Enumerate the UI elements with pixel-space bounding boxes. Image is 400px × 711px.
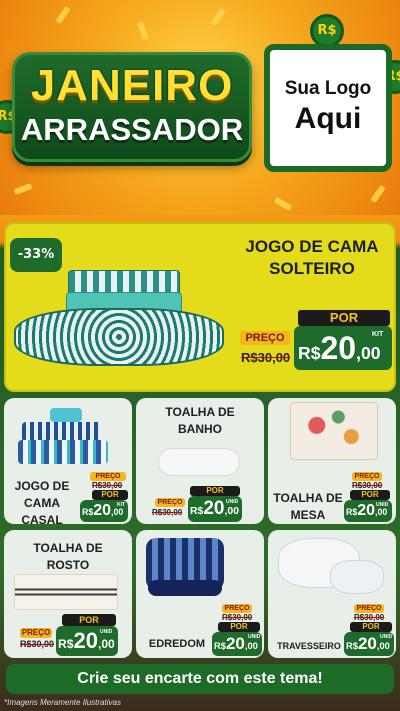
featured-unit: KIT <box>372 331 384 338</box>
preco-label: PREÇO <box>20 628 52 638</box>
por-label: POR <box>62 614 116 626</box>
coin-icon: R$ <box>310 14 344 48</box>
price-decimal: ,00 <box>224 506 239 517</box>
unit-label: UNID <box>380 634 393 640</box>
unit-label: UNID <box>100 629 113 635</box>
title-line1: JANEIRO <box>30 61 234 110</box>
currency-symbol: R$ <box>298 343 321 363</box>
create-flyer-button[interactable]: Crie seu encarte com este tema! <box>6 664 394 694</box>
old-price: R$30,00 <box>20 639 55 649</box>
price-integer: 20 <box>203 498 225 519</box>
confetti-decoration <box>13 183 33 195</box>
confetti-decoration <box>55 5 71 25</box>
currency-symbol: R$ <box>346 507 358 517</box>
confetti-decoration <box>137 21 149 41</box>
product-title: TOALHA DE ROSTO <box>33 541 103 572</box>
currency-symbol: R$ <box>58 637 74 651</box>
por-label: POR <box>92 490 128 500</box>
currency-symbol: R$ <box>214 641 226 651</box>
confetti-decoration <box>273 196 293 212</box>
featured-title-line2: SOLTEIRO <box>269 259 355 278</box>
preco-label: PREÇO <box>222 604 252 613</box>
unit-label: UNID <box>376 502 389 508</box>
product-title: TOALHA DE BANHO <box>165 405 235 436</box>
confetti-decoration <box>210 7 226 27</box>
preco-label: PREÇO <box>155 498 185 507</box>
old-price: R$30,00 <box>354 613 385 622</box>
unit-label: KIT <box>117 502 126 508</box>
old-price: R$30,00 <box>152 508 183 517</box>
title-line2: ARRASSADOR <box>20 112 244 147</box>
price-integer: 20 <box>357 634 377 653</box>
price-integer: 20 <box>73 628 98 653</box>
currency-symbol: R$ <box>82 507 94 517</box>
por-label: POR <box>190 486 240 496</box>
price-decimal: ,00 <box>97 637 115 651</box>
preco-label: PREÇO <box>354 604 384 613</box>
product-title: JOGO DE CAMA CASAL <box>14 479 70 527</box>
logo-text-line1: Sua Logo <box>284 78 372 99</box>
currency-symbol: R$ <box>346 641 358 651</box>
featured-title-line1: JOGO DE CAMA <box>245 237 379 256</box>
price-decimal: ,00 <box>111 507 124 517</box>
illustrative-images-note: *Imagens Meramente Ilustrativas <box>4 698 121 707</box>
price-integer: 20 <box>93 502 112 519</box>
old-price: R$30,00 <box>92 481 123 490</box>
price-decimal: ,00 <box>244 641 258 651</box>
product-title: TOALHA DE MESA <box>273 491 343 522</box>
campaign-title-banner: JANEIRO ARRASSADOR <box>12 52 252 162</box>
price-integer: 20 <box>320 330 357 366</box>
preco-label: PREÇO <box>352 472 382 481</box>
price-decimal: ,00 <box>375 507 388 517</box>
logo-placeholder[interactable]: Sua Logo Aqui <box>264 44 392 172</box>
featured-por-label: POR <box>298 310 390 326</box>
por-label: POR <box>218 622 260 632</box>
unit-label: UNID <box>248 634 261 640</box>
por-label: POR <box>350 622 392 632</box>
featured-title: JOGO DE CAMA SOLTEIRO <box>232 236 392 280</box>
price-integer: 20 <box>357 502 376 519</box>
old-price: R$30,00 <box>222 613 253 622</box>
confetti-decoration <box>370 184 386 204</box>
unit-label: UNID <box>226 499 239 505</box>
price-decimal: ,00 <box>376 641 390 651</box>
featured-preco-label: PREÇO <box>240 331 290 345</box>
product-title: EDREDOM <box>148 638 206 650</box>
logo-text-line2: Aqui <box>294 102 362 135</box>
old-price: R$30,00 <box>352 481 383 490</box>
discount-badge: -33% <box>10 238 62 272</box>
product-title: TRAVESSEIRO <box>277 641 341 651</box>
featured-old-price: R$30,00 <box>241 350 291 365</box>
preco-label: PREÇO <box>90 472 126 481</box>
price-integer: 20 <box>225 634 245 653</box>
price-decimal: ,00 <box>356 343 381 363</box>
por-label: POR <box>350 490 390 500</box>
currency-symbol: R$ <box>190 506 204 517</box>
